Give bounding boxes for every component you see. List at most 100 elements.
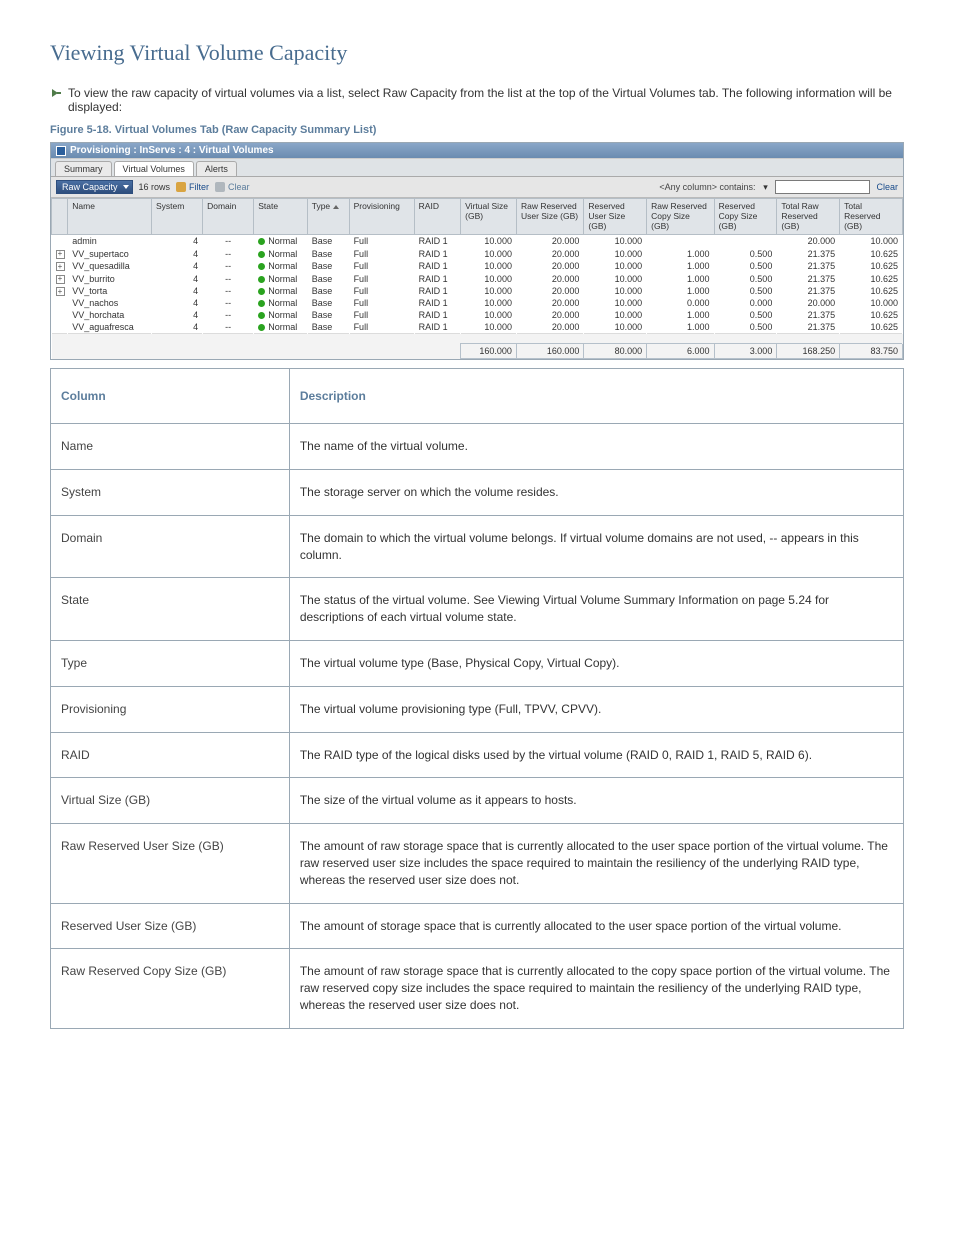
cell-rcopy: 0.500 bbox=[714, 272, 777, 285]
cell-ruser: 10.000 bbox=[584, 285, 647, 298]
cell-provisioning: Full bbox=[349, 235, 414, 248]
expand-icon[interactable]: + bbox=[56, 262, 65, 271]
expand-cell bbox=[52, 321, 68, 334]
cell-type: Base bbox=[307, 321, 349, 334]
col-header[interactable]: Reserved User Size (GB) bbox=[584, 199, 647, 235]
col-header[interactable]: Type bbox=[307, 199, 349, 235]
expand-cell bbox=[52, 309, 68, 321]
cell-vsize: 10.000 bbox=[461, 309, 517, 321]
data-grid: NameSystemDomainStateTypeProvisioningRAI… bbox=[51, 198, 903, 359]
cell-provisioning: Full bbox=[349, 321, 414, 334]
cell-tot: 10.000 bbox=[840, 297, 903, 309]
tab-summary[interactable]: Summary bbox=[55, 161, 112, 176]
capacity-dropdown[interactable]: Raw Capacity bbox=[56, 180, 133, 194]
col-header[interactable]: Total Reserved (GB) bbox=[840, 199, 903, 235]
cell-system: 4 bbox=[151, 321, 202, 334]
grid-body: admin4--NormalBaseFullRAID 110.00020.000… bbox=[52, 235, 903, 334]
cell-tot: 10.625 bbox=[840, 260, 903, 273]
cell-vsize: 10.000 bbox=[461, 247, 517, 260]
cell-vsize: 10.000 bbox=[461, 235, 517, 248]
total-reserved: 83.750 bbox=[840, 344, 903, 359]
cell-domain: -- bbox=[203, 235, 254, 248]
status-dot-icon bbox=[258, 312, 265, 319]
search-input[interactable] bbox=[775, 180, 870, 194]
clear-right-link[interactable]: Clear bbox=[876, 182, 898, 192]
row-count: 16 rows bbox=[139, 182, 171, 192]
filter-label: Filter bbox=[189, 182, 209, 192]
cell-rcopy: 0.500 bbox=[714, 260, 777, 273]
clear-left-link[interactable]: Clear bbox=[215, 182, 250, 192]
filter-icon bbox=[176, 182, 186, 192]
table-row[interactable]: +VV_burrito4--NormalBaseFullRAID 110.000… bbox=[52, 272, 903, 285]
cell-totraw: 20.000 bbox=[777, 235, 840, 248]
expand-icon[interactable]: + bbox=[56, 275, 65, 284]
cell-totraw: 21.375 bbox=[777, 247, 840, 260]
column-description-table: Column Description NameThe name of the v… bbox=[50, 368, 904, 1029]
status-dot-icon bbox=[258, 263, 265, 270]
status-dot-icon bbox=[258, 324, 265, 331]
status-dot-icon bbox=[258, 238, 265, 245]
cell-tot: 10.625 bbox=[840, 321, 903, 334]
col-header[interactable]: Raw Reserved User Size (GB) bbox=[516, 199, 583, 235]
cell-rcopy: 0.500 bbox=[714, 309, 777, 321]
col-header[interactable]: RAID bbox=[414, 199, 461, 235]
table-row[interactable]: admin4--NormalBaseFullRAID 110.00020.000… bbox=[52, 235, 903, 248]
cell-totraw: 21.375 bbox=[777, 260, 840, 273]
tab-virtual-volumes[interactable]: Virtual Volumes bbox=[114, 161, 194, 176]
cell-vsize: 10.000 bbox=[461, 272, 517, 285]
col-header[interactable]: Name bbox=[68, 199, 152, 235]
tab-alerts[interactable]: Alerts bbox=[196, 161, 237, 176]
col-header[interactable]: System bbox=[151, 199, 202, 235]
expand-cell bbox=[52, 235, 68, 248]
status-dot-icon bbox=[258, 288, 265, 295]
expand-icon[interactable]: + bbox=[56, 287, 65, 296]
col-header[interactable]: Virtual Size (GB) bbox=[461, 199, 517, 235]
table-row[interactable]: +VV_quesadilla4--NormalBaseFullRAID 110.… bbox=[52, 260, 903, 273]
desc-col-text: The virtual volume provisioning type (Fu… bbox=[289, 686, 903, 732]
col-header[interactable]: Provisioning bbox=[349, 199, 414, 235]
col-header[interactable]: State bbox=[254, 199, 307, 235]
desc-row: TypeThe virtual volume type (Base, Physi… bbox=[51, 641, 904, 687]
col-header[interactable] bbox=[52, 199, 68, 235]
filter-link[interactable]: Filter bbox=[176, 182, 209, 192]
cell-name: VV_aguafresca bbox=[68, 321, 152, 334]
desc-col-text: The amount of storage space that is curr… bbox=[289, 903, 903, 949]
desc-row: ProvisioningThe virtual volume provision… bbox=[51, 686, 904, 732]
expand-icon[interactable]: + bbox=[56, 250, 65, 259]
tabs-row: Summary Virtual Volumes Alerts bbox=[51, 158, 903, 177]
desc-col-text: The storage server on which the volume r… bbox=[289, 470, 903, 516]
table-row[interactable]: VV_aguafresca4--NormalBaseFullRAID 110.0… bbox=[52, 321, 903, 334]
arrow-right-icon bbox=[50, 87, 62, 102]
cell-type: Base bbox=[307, 247, 349, 260]
desc-head-column: Column bbox=[51, 369, 290, 424]
window-title: Provisioning : InServs : 4 : Virtual Vol… bbox=[70, 145, 274, 156]
cell-rruser: 20.000 bbox=[516, 285, 583, 298]
contains-op-dropdown[interactable]: ▾ bbox=[761, 182, 769, 193]
desc-col-name: Virtual Size (GB) bbox=[51, 778, 290, 824]
intro-text: To view the raw capacity of virtual volu… bbox=[68, 86, 904, 114]
cell-rruser: 20.000 bbox=[516, 297, 583, 309]
col-header[interactable]: Reserved Copy Size (GB) bbox=[714, 199, 777, 235]
expand-cell[interactable]: + bbox=[52, 247, 68, 260]
expand-cell[interactable]: + bbox=[52, 260, 68, 273]
table-row[interactable]: VV_horchata4--NormalBaseFullRAID 110.000… bbox=[52, 309, 903, 321]
expand-cell[interactable]: + bbox=[52, 272, 68, 285]
cell-type: Base bbox=[307, 297, 349, 309]
intro-list: To view the raw capacity of virtual volu… bbox=[50, 86, 904, 114]
table-row[interactable]: +VV_torta4--NormalBaseFullRAID 110.00020… bbox=[52, 285, 903, 298]
cell-provisioning: Full bbox=[349, 285, 414, 298]
screenshot-figure: Provisioning : InServs : 4 : Virtual Vol… bbox=[50, 142, 904, 360]
col-header[interactable]: Raw Reserved Copy Size (GB) bbox=[647, 199, 714, 235]
col-header[interactable]: Domain bbox=[203, 199, 254, 235]
col-header[interactable]: Total Raw Reserved (GB) bbox=[777, 199, 840, 235]
cell-raid: RAID 1 bbox=[414, 285, 461, 298]
desc-col-name: RAID bbox=[51, 732, 290, 778]
expand-cell[interactable]: + bbox=[52, 285, 68, 298]
cell-provisioning: Full bbox=[349, 297, 414, 309]
total-ruser: 80.000 bbox=[584, 344, 647, 359]
table-row[interactable]: VV_nachos4--NormalBaseFullRAID 110.00020… bbox=[52, 297, 903, 309]
desc-col-name: Reserved User Size (GB) bbox=[51, 903, 290, 949]
table-row[interactable]: +VV_supertaco4--NormalBaseFullRAID 110.0… bbox=[52, 247, 903, 260]
cell-provisioning: Full bbox=[349, 247, 414, 260]
cell-domain: -- bbox=[203, 285, 254, 298]
